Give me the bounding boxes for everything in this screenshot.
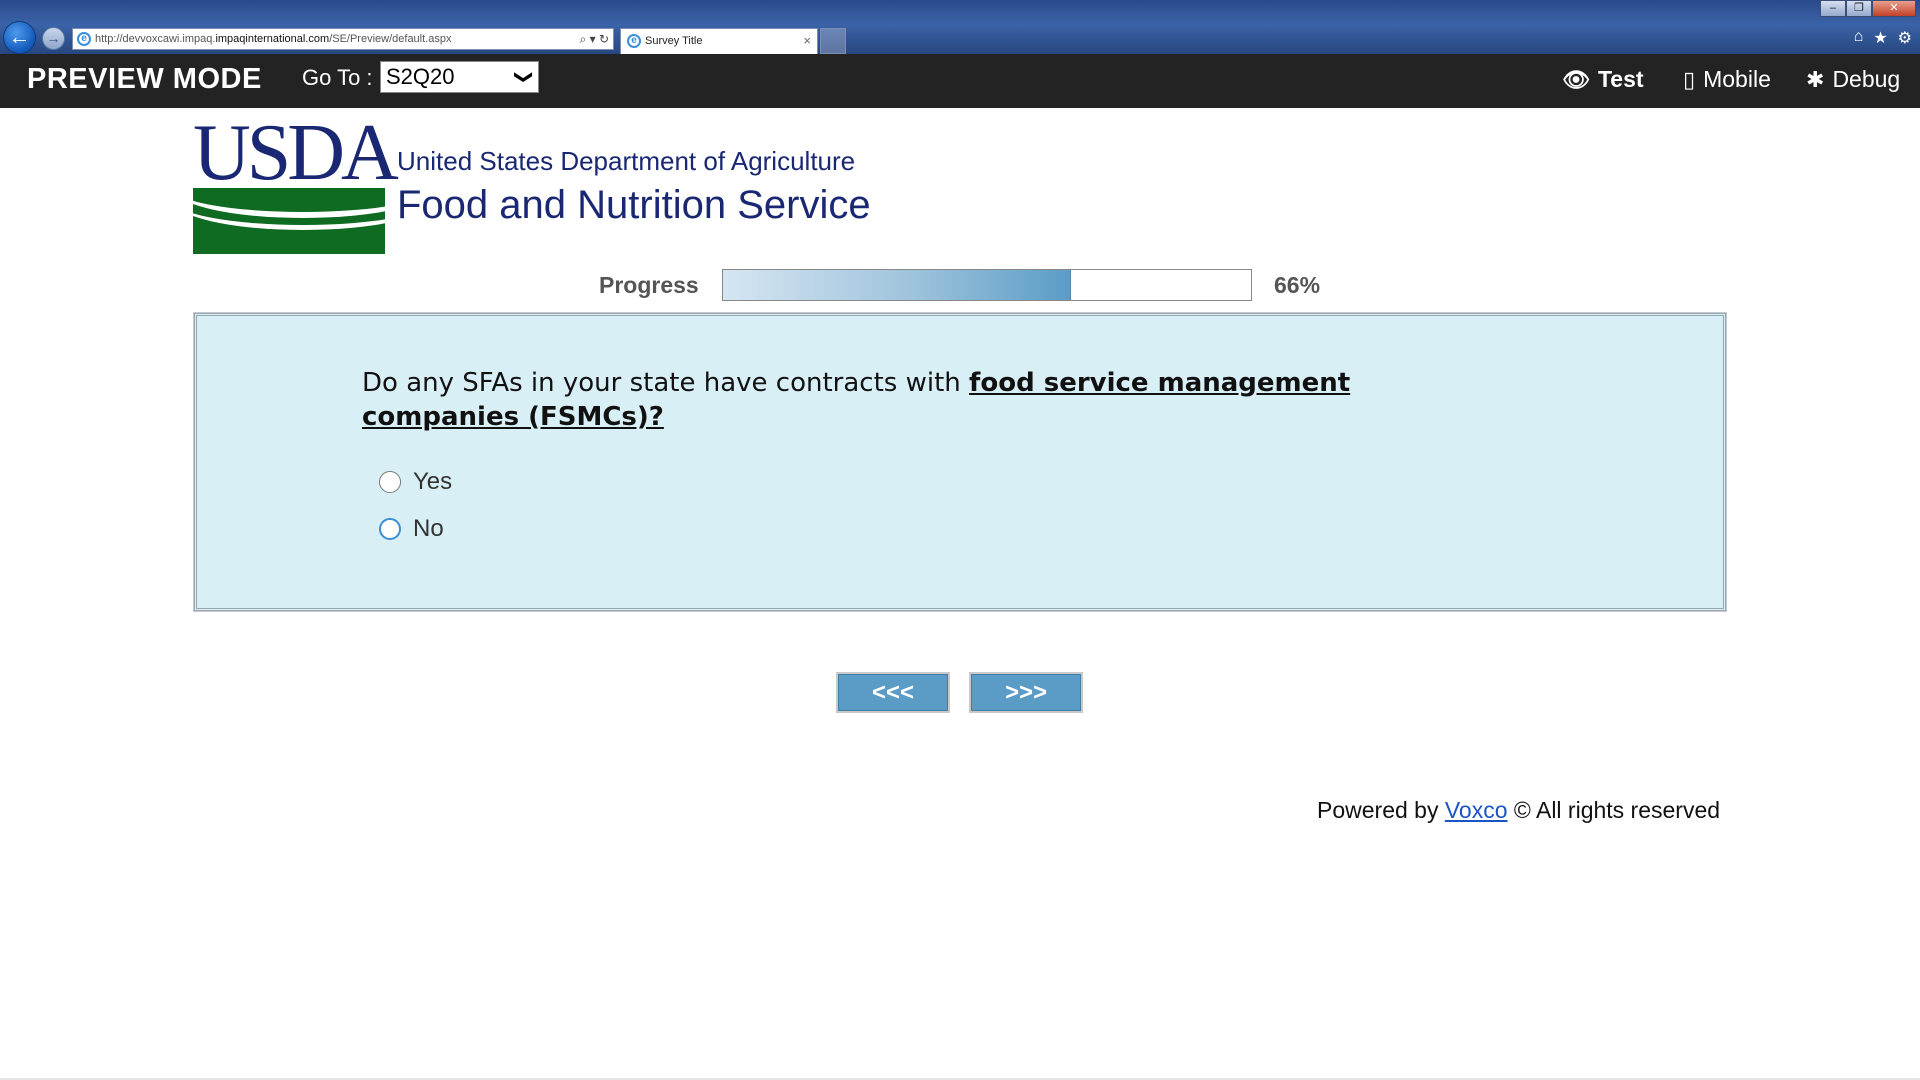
usda-logo: USDA <box>193 109 399 254</box>
forward-button[interactable]: → <box>42 27 65 50</box>
debug-mode-label: Debug <box>1832 66 1901 92</box>
tab-title: Survey Title <box>645 35 703 47</box>
question-text: Do any SFAs in your state have contracts… <box>362 366 1362 434</box>
usda-logo-letters: USDA <box>193 109 399 197</box>
question-prefix: Do any SFAs in your state have contracts… <box>362 368 970 398</box>
goto-value: S2Q20 <box>386 64 455 89</box>
favorites-icon[interactable]: ★ <box>1873 28 1887 48</box>
goto-select[interactable]: S2Q20 ❯ <box>380 61 539 93</box>
restore-button[interactable]: ❐ <box>1846 0 1872 17</box>
option-no[interactable]: No <box>379 515 444 543</box>
logo-swoosh <box>193 188 385 230</box>
address-tools-icon[interactable]: ⌕ ▾ ↻ <box>580 29 609 49</box>
next-button[interactable]: >>> <box>969 672 1083 713</box>
chevron-down-icon: ❯ <box>514 69 535 85</box>
yes-radio[interactable] <box>379 471 401 493</box>
goto-label: Go To : <box>302 65 373 90</box>
url-prefix: http://devvoxcawi.impaq. <box>95 33 216 45</box>
progress-bar-fill <box>723 270 1072 300</box>
option-yes-label: Yes <box>413 468 453 495</box>
no-radio[interactable] <box>379 518 401 540</box>
option-no-label: No <box>413 515 444 542</box>
window-controls: – ❐ ✕ <box>1820 0 1916 17</box>
option-yes[interactable]: Yes <box>379 468 452 496</box>
debug-mode-button[interactable]: ✱ Debug <box>1806 66 1900 93</box>
footer-prefix: Powered by <box>1317 797 1445 823</box>
browser-icons: ⌂ ★ ⚙ <box>1854 28 1912 48</box>
previous-button[interactable]: <<< <box>836 672 950 713</box>
progress-bar <box>722 269 1252 301</box>
test-mode-button[interactable]: 👁 Test <box>1562 66 1644 93</box>
url-host: impaqinternational.com <box>215 33 330 45</box>
tools-icon[interactable]: ⚙ <box>1898 28 1912 48</box>
minimize-button[interactable]: – <box>1820 0 1846 17</box>
bug-icon: ✱ <box>1806 66 1825 92</box>
usda-logo-field <box>193 188 385 254</box>
ie-icon: e <box>627 34 641 48</box>
home-icon[interactable]: ⌂ <box>1854 28 1864 48</box>
close-tab-icon[interactable]: × <box>803 29 811 53</box>
progress-label: Progress <box>599 272 699 298</box>
voxco-link[interactable]: Voxco <box>1445 797 1508 823</box>
eye-icon: 👁 <box>1562 66 1590 92</box>
footer-suffix: © All rights reserved <box>1507 797 1721 823</box>
mobile-mode-label: Mobile <box>1703 66 1771 92</box>
test-mode-label: Test <box>1597 66 1644 92</box>
close-window-button[interactable]: ✕ <box>1872 0 1916 17</box>
footer: Powered by Voxco © All rights reserved <box>1317 797 1720 824</box>
new-tab-button[interactable] <box>820 28 846 54</box>
ie-icon: e <box>77 32 91 46</box>
address-bar[interactable]: e http://devvoxcawi.impaq.impaqinternatio… <box>72 28 614 50</box>
phone-icon: ▯ <box>1683 66 1696 92</box>
mobile-mode-button[interactable]: ▯ Mobile <box>1683 66 1771 93</box>
preview-mode-title: PREVIEW MODE <box>27 63 262 95</box>
question-panel: Do any SFAs in your state have contracts… <box>193 312 1727 612</box>
agency-service: Food and Nutrition Service <box>397 183 871 227</box>
back-button[interactable]: ← <box>3 21 36 54</box>
preview-toolbar: PREVIEW MODE Go To : S2Q20 ❯ 👁 Test ▯ Mo… <box>0 54 1920 108</box>
browser-toolbar: ← → e http://devvoxcawi.impaq.impaqintern… <box>0 0 1920 54</box>
browser-tab[interactable]: e Survey Title × <box>620 28 818 54</box>
url-path: /SE/Preview/default.aspx <box>329 33 452 45</box>
agency-department: United States Department of Agriculture <box>397 146 856 176</box>
progress-percent: 66% <box>1274 272 1321 298</box>
